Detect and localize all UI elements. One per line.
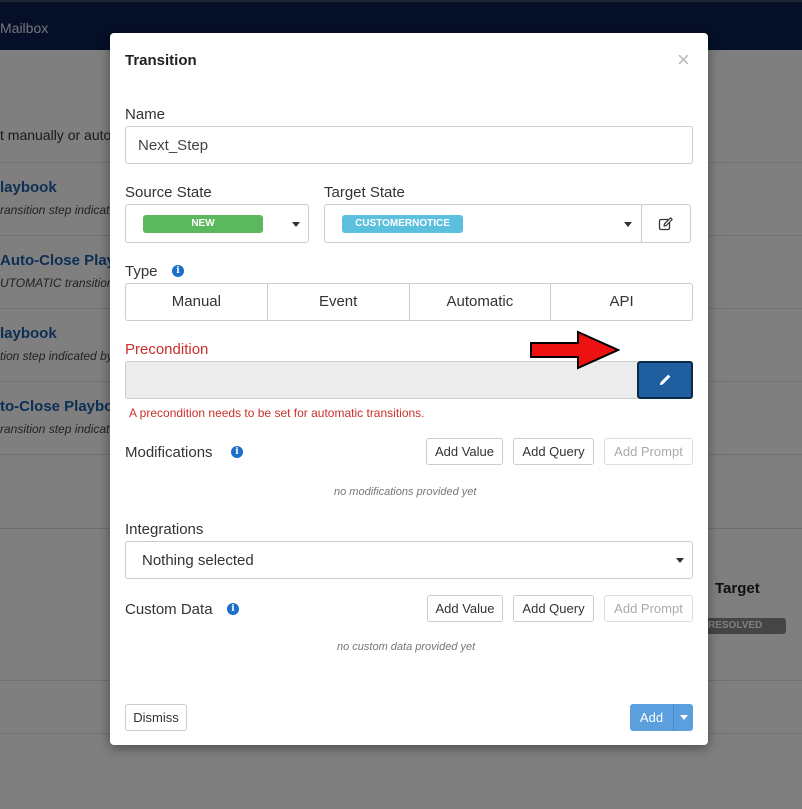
add-button[interactable]: Add	[630, 704, 673, 731]
source-state-badge: NEW	[143, 215, 263, 233]
edit-precondition-button[interactable]	[637, 361, 693, 399]
chevron-down-icon	[624, 222, 632, 227]
type-label: Type	[125, 263, 158, 280]
modal-title: Transition	[125, 52, 197, 69]
add-value-button[interactable]: Add Value	[426, 438, 503, 465]
transition-modal: Transition × Name Source State NEW Targe…	[110, 33, 708, 745]
edit-icon	[658, 216, 673, 230]
add-prompt-button[interactable]: Add Prompt	[604, 595, 693, 622]
modifications-label: Modifications	[125, 444, 213, 461]
modifications-empty-note: no modifications provided yet	[334, 486, 477, 498]
target-state-label: Target State	[324, 184, 405, 201]
info-icon[interactable]: i	[172, 265, 184, 277]
source-state-select[interactable]: NEW	[125, 204, 309, 243]
pencil-icon	[660, 374, 671, 385]
dismiss-button[interactable]: Dismiss	[125, 704, 187, 731]
edit-target-state-button[interactable]	[641, 204, 691, 243]
chevron-down-icon	[676, 558, 684, 563]
info-icon[interactable]: i	[227, 603, 239, 615]
red-arrow-icon	[530, 330, 620, 370]
name-label: Name	[125, 106, 166, 123]
target-state-badge: CUSTOMERNOTICE	[342, 215, 463, 233]
add-prompt-button[interactable]: Add Prompt	[604, 438, 693, 465]
custom-data-empty-note: no custom data provided yet	[337, 641, 476, 653]
name-input[interactable]	[125, 126, 693, 164]
add-dropdown-toggle[interactable]	[673, 704, 693, 731]
type-manual-button[interactable]: Manual	[126, 284, 268, 320]
chevron-down-icon	[292, 222, 300, 227]
type-automatic-button[interactable]: Automatic	[410, 284, 552, 320]
info-icon[interactable]: i	[231, 446, 243, 458]
type-event-button[interactable]: Event	[268, 284, 410, 320]
chevron-down-icon	[680, 715, 688, 720]
add-query-button[interactable]: Add Query	[513, 438, 594, 465]
close-icon[interactable]: ×	[677, 49, 690, 71]
precondition-label: Precondition	[125, 341, 209, 358]
source-state-label: Source State	[125, 184, 212, 201]
add-query-button[interactable]: Add Query	[513, 595, 594, 622]
integrations-select[interactable]: Nothing selected	[125, 541, 693, 579]
add-value-button[interactable]: Add Value	[427, 595, 503, 622]
type-button-group: Manual Event Automatic API	[125, 283, 693, 321]
type-api-button[interactable]: API	[551, 284, 692, 320]
custom-data-label: Custom Data	[125, 601, 213, 618]
target-state-select[interactable]: CUSTOMERNOTICE	[324, 204, 642, 243]
integrations-label: Integrations	[125, 521, 204, 538]
integrations-selected-value: Nothing selected	[142, 552, 254, 569]
precondition-error-message: A precondition needs to be set for autom…	[129, 406, 425, 420]
